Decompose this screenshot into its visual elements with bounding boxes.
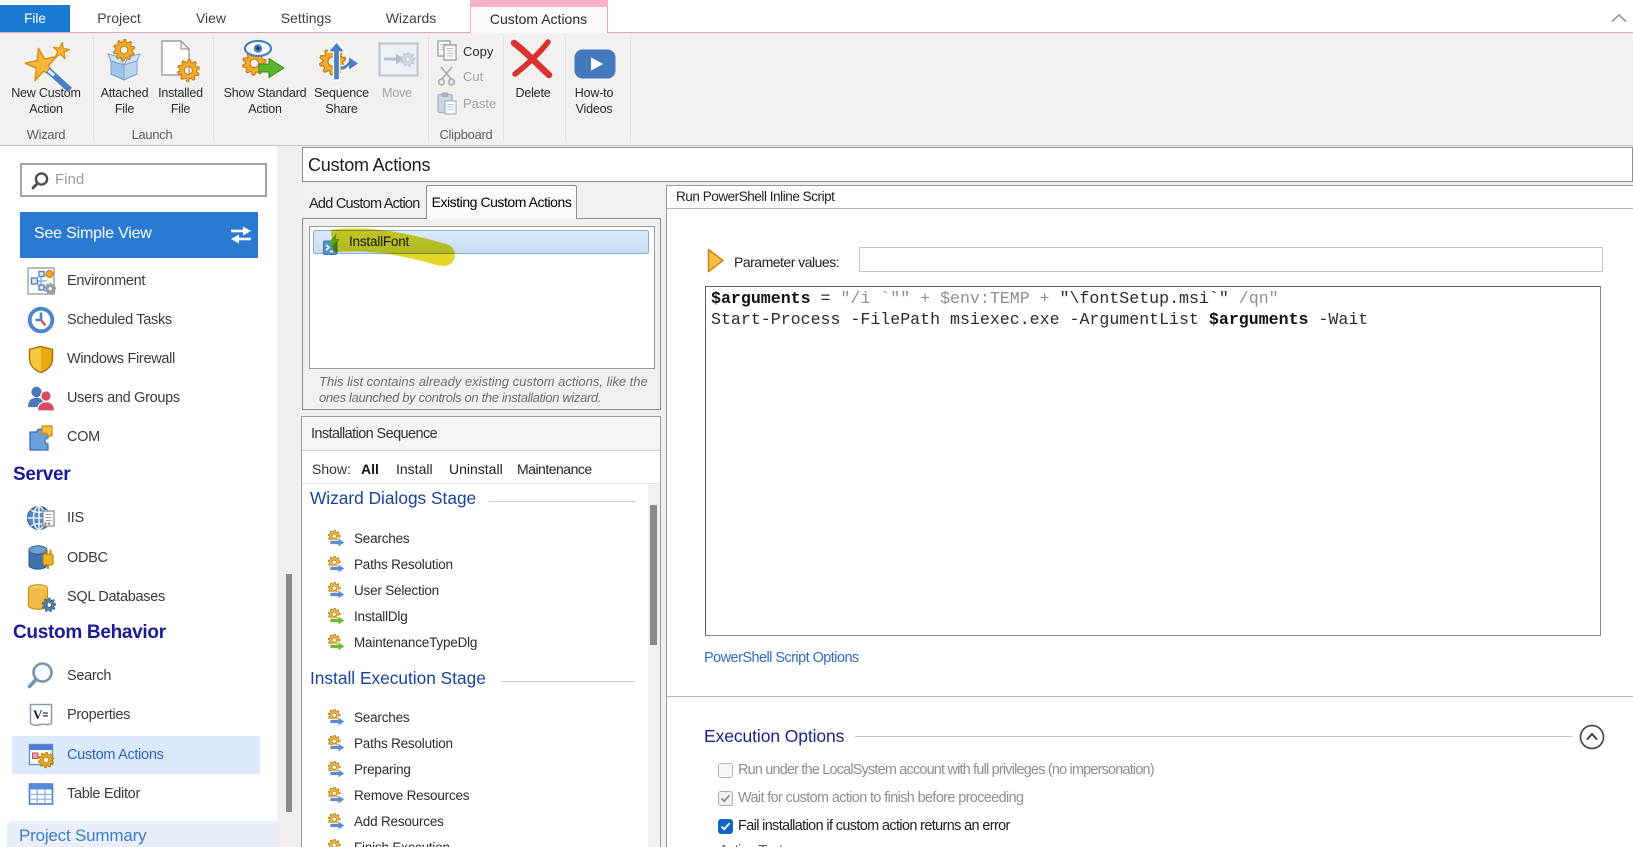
- svg-text:=: =: [43, 710, 49, 721]
- svg-text:V: V: [33, 707, 43, 722]
